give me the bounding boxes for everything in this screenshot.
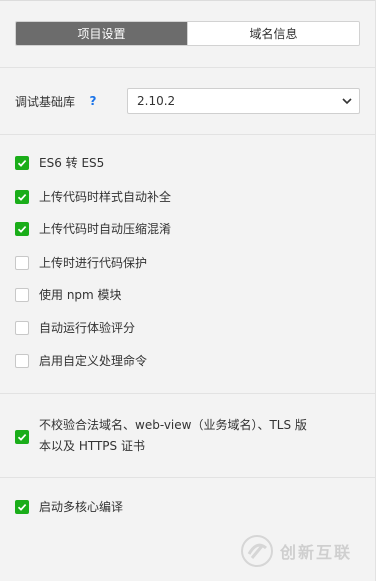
chevron-down-icon bbox=[342, 98, 352, 105]
option-label: 启动多核心编译 bbox=[39, 500, 124, 514]
option-code-protection[interactable]: 上传时进行代码保护 bbox=[15, 253, 147, 273]
option-style-autoprefix[interactable]: 上传代码时样式自动补全 bbox=[15, 187, 171, 207]
option-label: 启用自定义处理命令 bbox=[39, 354, 148, 368]
tab-project-settings[interactable]: 项目设置 bbox=[16, 22, 187, 45]
library-version-select[interactable]: 2.10.2 bbox=[127, 88, 360, 114]
help-icon[interactable]: ? bbox=[85, 93, 101, 109]
option-label: 不校验合法域名、web-view（业务域名）、TLS 版 本以及 HTTPS 证… bbox=[39, 415, 307, 457]
library-version-value: 2.10.2 bbox=[137, 94, 176, 108]
option-es6-to-es5[interactable]: ES6 转 ES5 bbox=[15, 153, 104, 173]
check-icon bbox=[17, 194, 27, 201]
watermark-logo-icon bbox=[241, 535, 273, 567]
watermark-text: 创新互联 bbox=[280, 543, 353, 562]
option-label: 自动运行体验评分 bbox=[39, 321, 136, 335]
option-multicore-compile[interactable]: 启动多核心编译 bbox=[15, 497, 123, 517]
check-icon bbox=[17, 160, 27, 167]
checkbox-unchecked[interactable] bbox=[15, 354, 29, 368]
checkbox-checked[interactable] bbox=[15, 190, 29, 204]
option-custom-commands[interactable]: 启用自定义处理命令 bbox=[15, 351, 147, 371]
option-label-line1: 不校验合法域名、web-view（业务域名）、TLS 版 bbox=[39, 418, 307, 432]
check-icon bbox=[17, 504, 27, 511]
check-icon bbox=[17, 226, 27, 233]
option-label: 使用 npm 模块 bbox=[39, 288, 122, 302]
panel-top-border bbox=[0, 0, 376, 1]
checkbox-unchecked[interactable] bbox=[15, 321, 29, 335]
settings-tabs: 项目设置 域名信息 bbox=[15, 21, 360, 46]
divider bbox=[0, 477, 376, 478]
checkbox-unchecked[interactable] bbox=[15, 288, 29, 302]
debug-library-label: 调试基础库 bbox=[15, 94, 76, 109]
option-label: 上传代码时自动压缩混淆 bbox=[39, 222, 172, 236]
option-npm-modules[interactable]: 使用 npm 模块 bbox=[15, 285, 122, 305]
option-label: 上传代码时样式自动补全 bbox=[39, 190, 172, 204]
option-auto-audit[interactable]: 自动运行体验评分 bbox=[15, 318, 135, 338]
divider bbox=[0, 134, 376, 135]
tab-domain-info[interactable]: 域名信息 bbox=[187, 22, 359, 45]
watermark: 创新互联 bbox=[240, 534, 352, 568]
checkbox-checked[interactable] bbox=[15, 156, 29, 170]
checkbox-checked[interactable] bbox=[15, 500, 29, 514]
checkbox-checked[interactable] bbox=[15, 430, 29, 444]
option-minify[interactable]: 上传代码时自动压缩混淆 bbox=[15, 219, 171, 239]
option-label: ES6 转 ES5 bbox=[39, 156, 105, 170]
check-icon bbox=[17, 434, 27, 441]
option-label-line2: 本以及 HTTPS 证书 bbox=[39, 439, 145, 453]
option-skip-domain-check[interactable]: 不校验合法域名、web-view（业务域名）、TLS 版 本以及 HTTPS 证… bbox=[15, 415, 307, 457]
debug-library-row: 调试基础库 ? 2.10.2 bbox=[15, 88, 360, 114]
divider bbox=[0, 67, 376, 68]
divider bbox=[0, 393, 376, 394]
checkbox-checked[interactable] bbox=[15, 222, 29, 236]
checkbox-unchecked[interactable] bbox=[15, 256, 29, 270]
option-label: 上传时进行代码保护 bbox=[39, 256, 148, 270]
